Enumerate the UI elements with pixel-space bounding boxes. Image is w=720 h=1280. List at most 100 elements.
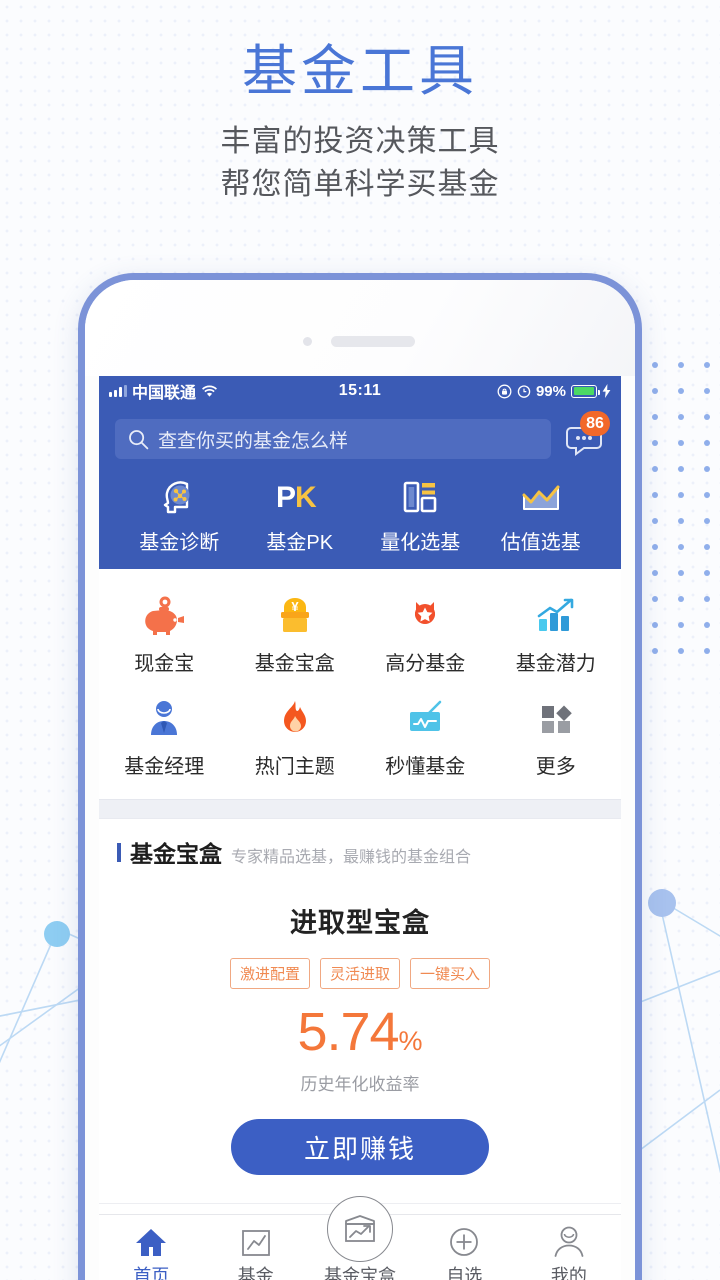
section-subtitle: 专家精品选基，最赚钱的基金组合 (231, 849, 472, 866)
network-node (44, 921, 70, 947)
phone-bezel (85, 280, 635, 376)
manager-person-icon (99, 694, 230, 744)
feature-hot-topics[interactable]: 热门主题 (230, 686, 361, 789)
treasure-box-yen-icon: ¥ (230, 591, 361, 641)
quick-action-fund-pk[interactable]: P K 基金PK (240, 474, 361, 555)
page-header: 基金工具 丰富的投资决策工具 帮您简单科学买基金 (0, 0, 720, 206)
search-icon (129, 429, 149, 449)
quick-action-fund-diagnosis[interactable]: 基金诊断 (119, 474, 240, 555)
product-rate-value: 5.74 (297, 1002, 399, 1062)
feature-label: 高分基金 (385, 653, 466, 675)
quick-actions-row: 基金诊断 P K 基金PK 量化选基 估值选基 (115, 460, 605, 569)
feature-grid-row-1: 现金宝 ¥ 基金宝盒 高分基金 基金潜力 (99, 583, 621, 686)
section-title: 基金宝盒 (130, 841, 222, 867)
status-bar-right: 99% (497, 383, 611, 400)
app-header: 查查你买的基金怎么样 86 基金诊断 P K 基金PK 量化选基 估值选基 (99, 406, 621, 569)
earpiece-speaker (331, 336, 415, 347)
feature-grid-row-2: 基金经理 热门主题 秒懂基金 更多 (99, 686, 621, 789)
battery-icon (571, 384, 600, 398)
feature-fund-potential[interactable]: 基金潜力 (491, 583, 622, 686)
page-subtitle: 丰富的投资决策工具 帮您简单科学买基金 (0, 121, 720, 206)
charging-bolt-icon (602, 384, 611, 398)
tab-profile[interactable]: 我的 (517, 1218, 621, 1280)
head-network-icon (119, 474, 240, 520)
tab-label: 基金宝盒 (324, 1266, 397, 1280)
more-squares-icon (491, 694, 622, 744)
feature-fund-box[interactable]: ¥ 基金宝盒 (230, 583, 361, 686)
search-input[interactable]: 查查你买的基金怎么样 (115, 419, 551, 459)
section-divider (99, 799, 621, 819)
network-node (648, 889, 676, 917)
feature-label: 基金潜力 (515, 653, 596, 675)
product-tag: 激进配置 (229, 958, 310, 989)
quick-action-label: 基金诊断 (139, 532, 220, 554)
feature-high-score-fund[interactable]: 高分基金 (360, 583, 491, 686)
earn-now-button[interactable]: 立即赚钱 (231, 1119, 489, 1175)
feature-label: 基金经理 (124, 756, 205, 778)
feature-label: 基金宝盒 (254, 653, 335, 675)
feature-label: 热门主题 (254, 756, 335, 778)
product-rate-unit: % (398, 1026, 423, 1056)
chat-badge: 86 (580, 411, 610, 436)
search-row: 查查你买的基金怎么样 86 (115, 411, 610, 460)
user-icon (517, 1218, 621, 1258)
plus-circle-icon (412, 1218, 516, 1258)
fund-chart-icon (203, 1218, 307, 1258)
svg-text:K: K (295, 481, 317, 514)
feature-label: 现金宝 (134, 653, 195, 675)
search-placeholder: 查查你买的基金怎么样 (158, 430, 349, 452)
feature-label: 秒懂基金 (385, 756, 466, 778)
product-tag: 灵活进取 (319, 958, 400, 989)
product-tags: 激进配置 灵活进取 一键买入 (99, 958, 621, 989)
tab-label: 基金 (237, 1266, 274, 1280)
feature-more[interactable]: 更多 (491, 686, 622, 789)
quick-action-label: 量化选基 (380, 532, 461, 554)
tab-label: 自选 (446, 1266, 483, 1280)
flame-icon (230, 694, 361, 744)
section-accent-bar (117, 842, 121, 862)
tab-label: 我的 (550, 1266, 587, 1280)
tab-watchlist[interactable]: 自选 (412, 1218, 516, 1280)
alarm-icon (517, 385, 531, 398)
feature-label: 更多 (535, 756, 576, 778)
product-title: 进取型宝盒 (290, 908, 430, 938)
chat-button[interactable]: 86 (563, 411, 610, 460)
piggy-bank-icon (99, 591, 230, 641)
tab-fund-box[interactable]: 基金宝盒 (308, 1196, 412, 1280)
quick-action-quant-selection[interactable]: 量化选基 (360, 474, 481, 555)
feature-quick-fund-guide[interactable]: 秒懂基金 (360, 686, 491, 789)
home-icon (99, 1218, 203, 1258)
tab-fund[interactable]: 基金 (203, 1218, 307, 1280)
phone-mockup: 中国联通 15:11 99% 查查你买的基金怎么样 86 基金诊断 P K 基金… (78, 273, 642, 1280)
bottom-tab-bar: 首页 基金 基金宝盒 自选 我的 (99, 1196, 621, 1280)
quick-action-valuation-selection[interactable]: 估值选基 (481, 474, 602, 555)
tab-home[interactable]: 首页 (99, 1218, 203, 1280)
product-tag: 一键买入 (410, 958, 491, 989)
tab-center-bubble (327, 1196, 394, 1262)
growth-bars-icon (491, 591, 622, 641)
page-subtitle-line-1: 丰富的投资决策工具 (220, 125, 500, 159)
quick-action-label: 基金PK (266, 532, 334, 554)
feature-fund-manager[interactable]: 基金经理 (99, 686, 230, 789)
valuation-line-icon (481, 474, 602, 520)
status-bar: 中国联通 15:11 99% (99, 376, 621, 406)
svg-text:P: P (276, 481, 296, 514)
tab-label: 首页 (133, 1266, 170, 1280)
treasure-box-circle-icon (308, 1196, 412, 1262)
svg-text:¥: ¥ (291, 599, 299, 614)
pk-icon: P K (240, 474, 361, 520)
product-rate: 5.74% (99, 1005, 621, 1059)
front-camera-icon (303, 337, 312, 346)
feature-cash-treasure[interactable]: 现金宝 (99, 583, 230, 686)
section-header: 基金宝盒 专家精品选基，最赚钱的基金组合 (99, 819, 621, 877)
quick-action-label: 估值选基 (500, 532, 581, 554)
battery-percent-label: 99% (535, 382, 566, 400)
phone-screen: 中国联通 15:11 99% 查查你买的基金怎么样 86 基金诊断 P K 基金… (99, 376, 621, 1280)
product-rate-label: 历史年化收益率 (300, 1075, 420, 1094)
page-subtitle-line-2: 帮您简单科学买基金 (220, 167, 500, 201)
radio-icon (360, 694, 491, 744)
page-title: 基金工具 (241, 40, 478, 102)
star-badge-icon (360, 591, 491, 641)
quant-chart-icon (360, 474, 481, 520)
feature-grid: 现金宝 ¥ 基金宝盒 高分基金 基金潜力 基金经理 热门主题 秒懂基金 更多 (99, 569, 621, 799)
